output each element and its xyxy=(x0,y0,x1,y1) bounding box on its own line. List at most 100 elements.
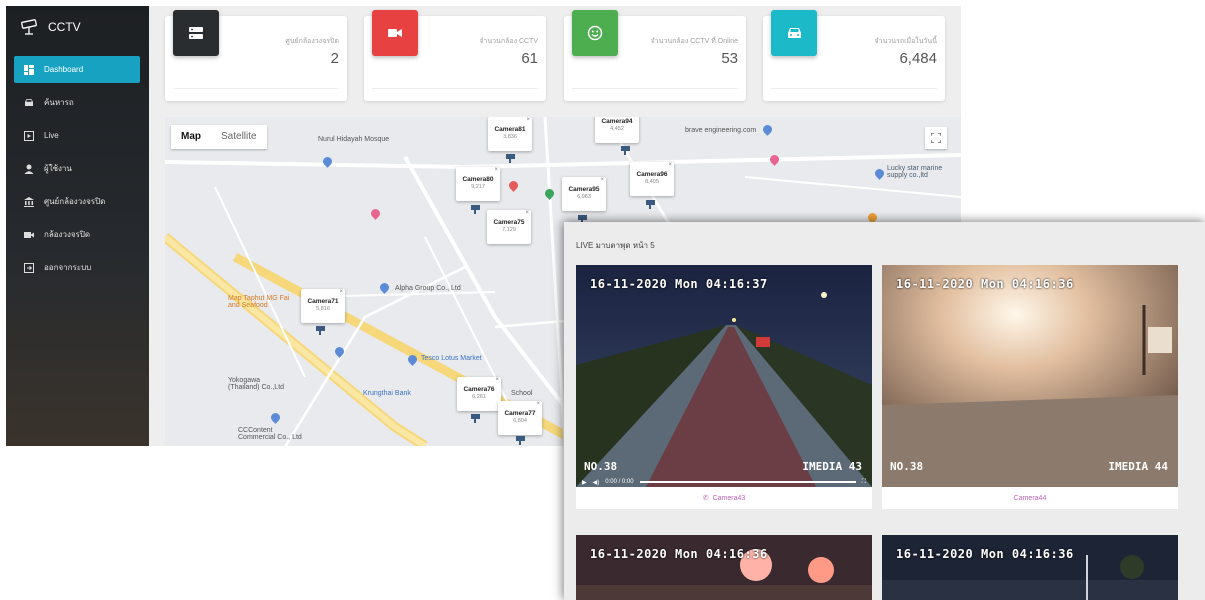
video-frame xyxy=(576,265,872,487)
fullscreen-button[interactable] xyxy=(925,127,947,149)
video-camera-icon xyxy=(372,10,418,56)
live-title: LIVE มาบตาพุด หน้า 5 xyxy=(576,241,655,250)
video-timestamp: 16-11-2020 Mon 04:16:36 xyxy=(896,547,1074,561)
video-frame xyxy=(882,535,1178,600)
camera-popup[interactable]: × Camera71 5,816 xyxy=(301,289,345,323)
sidebar-item-dashboard[interactable]: Dashboard xyxy=(14,56,140,83)
camera-name: Camera76 xyxy=(463,386,495,393)
brand[interactable]: CCTV xyxy=(20,18,81,36)
map-label: School xyxy=(511,390,533,397)
camera-marker-icon[interactable] xyxy=(645,199,659,209)
building-icon xyxy=(24,196,34,207)
app-title: CCTV xyxy=(48,20,81,34)
camera-count: 7,129 xyxy=(502,227,516,233)
camera-popup[interactable]: × Camera76 6,261 xyxy=(457,377,501,411)
video-controls: ▶ ◀) 0:00 / 0:00 ⛶ xyxy=(576,477,872,487)
video-tile[interactable]: 16-11-2020 Mon 04:16:36 xyxy=(882,535,1178,600)
camera-popup[interactable]: × Camera81 3,836 xyxy=(488,117,532,151)
video-timestamp: 16-11-2020 Mon 04:16:36 xyxy=(896,277,1074,291)
user-icon xyxy=(24,164,34,174)
video-feed[interactable]: 16-11-2020 Mon 04:16:36 NO.38 IMEDIA 44 xyxy=(882,265,1178,487)
camera-marker-icon[interactable] xyxy=(505,153,519,163)
video-timestamp: 16-11-2020 Mon 04:16:37 xyxy=(590,277,768,291)
video-caption[interactable]: ✆ Camera43 xyxy=(576,487,872,509)
video-timestamp: 16-11-2020 Mon 04:16:36 xyxy=(590,547,768,561)
stat-label: จำนวนรถเมื่อในวันนี้ xyxy=(874,38,937,45)
video-channel-no: NO.38 xyxy=(584,460,618,473)
camera-marker-icon[interactable] xyxy=(315,325,329,335)
play-icon[interactable]: ▶ xyxy=(582,479,587,486)
video-frame xyxy=(576,535,872,600)
camera-count: 6,261 xyxy=(472,394,486,400)
camera-popup[interactable]: × Camera80 9,217 xyxy=(456,167,500,201)
camera-marker-icon[interactable] xyxy=(470,204,484,214)
close-icon[interactable]: × xyxy=(668,162,672,168)
video-brand: IMEDIA 44 xyxy=(1108,460,1168,473)
sidebar-item-label: Live xyxy=(44,131,59,140)
camera-count: 4,452 xyxy=(610,126,624,132)
sidebar-item-label: ค้นหารถ xyxy=(44,98,74,107)
dashboard-icon xyxy=(24,64,34,75)
camera-popup[interactable]: × Camera77 6,804 xyxy=(498,401,542,435)
video-channel-no: NO.38 xyxy=(890,460,924,473)
close-icon[interactable]: × xyxy=(494,167,498,173)
logout-icon xyxy=(24,262,34,273)
tab-map[interactable]: Map xyxy=(171,125,211,149)
sidebar-item-logout[interactable]: ออกจากระบบ xyxy=(14,254,140,281)
volume-icon[interactable]: ◀) xyxy=(593,479,600,486)
stat-value: 53 xyxy=(721,50,738,67)
map-label: CCContent Commercial Co., Ltd xyxy=(238,427,302,441)
sidebar-item-search-car[interactable]: ค้นหารถ xyxy=(14,89,140,116)
sidebar-item-label: ออกจากระบบ xyxy=(44,263,92,272)
stat-value: 2 xyxy=(330,50,339,67)
video-feed[interactable]: 16-11-2020 Mon 04:16:37 NO.38 IMEDIA 43 … xyxy=(576,265,872,487)
close-icon[interactable]: × xyxy=(600,177,604,183)
sidebar-item-label: กล้องวงจรปิด xyxy=(44,230,91,239)
camera-marker-icon[interactable] xyxy=(515,435,529,445)
live-icon xyxy=(24,130,34,141)
camera-popup[interactable]: × Camera96 8,405 xyxy=(630,162,674,196)
fullscreen-icon[interactable]: ⛶ xyxy=(862,479,866,486)
video-feed[interactable]: 16-11-2020 Mon 04:16:36 xyxy=(576,535,872,600)
video-tile[interactable]: 16-11-2020 Mon 04:16:37 NO.38 IMEDIA 43 … xyxy=(576,265,872,509)
camera-count: 6,804 xyxy=(513,418,527,424)
map-label: brave engineering.com xyxy=(685,127,757,134)
close-icon[interactable]: × xyxy=(526,117,530,123)
stat-label: จำนวนกล้อง CCTV ที่ Online xyxy=(650,38,738,45)
video-tile[interactable]: 16-11-2020 Mon 04:16:36 NO.38 IMEDIA 44 … xyxy=(882,265,1178,509)
video-feed[interactable]: 16-11-2020 Mon 04:16:36 xyxy=(882,535,1178,600)
tab-satellite[interactable]: Satellite xyxy=(211,125,267,149)
video-camera-name: Camera44 xyxy=(1013,494,1047,502)
video-tile[interactable]: 16-11-2020 Mon 04:16:36 xyxy=(576,535,872,600)
camera-name: Camera81 xyxy=(494,126,526,133)
car-icon xyxy=(771,10,817,56)
stat-card-cars-today: จำนวนรถเมื่อในวันนี้ 6,484 xyxy=(763,10,945,101)
camera-marker-icon[interactable] xyxy=(470,413,484,423)
camera-name: Camera71 xyxy=(307,298,339,305)
sidebar-item-label: ผู้ใช้งาน xyxy=(44,164,72,173)
camera-count: 5,816 xyxy=(316,306,330,312)
sidebar-item-cctv-center[interactable]: ศูนย์กล้องวงจรปิด xyxy=(14,188,140,215)
camera-name: Camera95 xyxy=(568,186,600,193)
camera-popup[interactable]: × Camera94 4,452 xyxy=(595,117,639,143)
stat-card-cctv-count: จำนวนกล้อง CCTV 61 xyxy=(364,10,546,101)
cctv-logo-icon xyxy=(21,19,37,35)
map-label: Map Taphut MG Fai and Seafood xyxy=(228,295,290,309)
camera-popup[interactable]: × Camera95 6,963 xyxy=(562,177,606,211)
camera-name: Camera96 xyxy=(636,171,668,178)
camera-marker-icon[interactable] xyxy=(620,145,634,155)
sidebar-item-label: Dashboard xyxy=(44,65,84,74)
video-caption[interactable]: Camera44 xyxy=(882,487,1178,509)
close-icon[interactable]: × xyxy=(536,401,540,407)
sidebar-item-users[interactable]: ผู้ใช้งาน xyxy=(14,155,140,182)
close-icon[interactable]: × xyxy=(525,210,529,216)
camera-icon xyxy=(24,230,34,240)
sidebar-item-cameras[interactable]: กล้องวงจรปิด xyxy=(14,221,140,248)
video-seekbar[interactable] xyxy=(639,481,856,483)
close-icon[interactable]: × xyxy=(495,377,499,383)
map-type-toggle: Map Satellite xyxy=(171,125,267,149)
camera-popup[interactable]: × Camera75 7,129 xyxy=(487,210,531,244)
video-camera-name: Camera43 xyxy=(712,494,746,502)
sidebar-item-live[interactable]: Live xyxy=(14,122,140,149)
close-icon[interactable]: × xyxy=(339,289,343,295)
